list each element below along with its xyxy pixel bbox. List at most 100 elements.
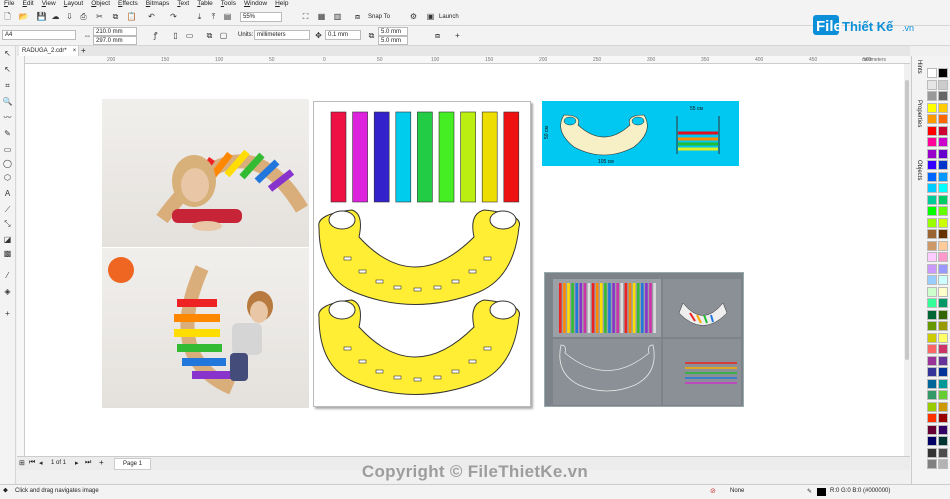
- palette-swatch[interactable]: [927, 91, 937, 101]
- menu-file[interactable]: File: [0, 0, 19, 8]
- snap-icon[interactable]: ⧈: [352, 11, 363, 22]
- rainbow-slat[interactable]: [373, 111, 390, 203]
- palette-swatch[interactable]: [938, 263, 948, 274]
- rectangle-tool-icon[interactable]: ▭: [2, 144, 13, 155]
- palette-swatch[interactable]: [938, 275, 948, 285]
- polygon-tool-icon[interactable]: ⬡: [2, 172, 13, 183]
- photo-child-rocking[interactable]: [102, 248, 309, 408]
- rainbow-slat[interactable]: [503, 111, 520, 203]
- palette-swatch[interactable]: [927, 217, 937, 228]
- drawing-page[interactable]: [313, 101, 531, 407]
- page-size-select[interactable]: A4: [2, 30, 76, 40]
- palette-swatch[interactable]: [927, 148, 937, 159]
- palette-swatch[interactable]: [927, 413, 937, 423]
- pick-tool-icon[interactable]: ↖: [2, 48, 13, 59]
- copy-icon[interactable]: ⧉: [110, 11, 121, 22]
- palette-swatch[interactable]: [927, 390, 937, 400]
- save-icon[interactable]: 💾: [36, 11, 47, 22]
- palette-swatch[interactable]: [938, 390, 948, 400]
- photo-child-lying[interactable]: [102, 99, 309, 247]
- palette-swatch[interactable]: [938, 125, 948, 136]
- palette-swatch[interactable]: [938, 206, 948, 216]
- docker-tab-properties[interactable]: Properties: [914, 100, 924, 127]
- fill-none-icon[interactable]: ⊘: [710, 487, 716, 495]
- palette-swatch[interactable]: [927, 125, 937, 136]
- palette-swatch[interactable]: [938, 309, 948, 320]
- print-icon[interactable]: ⎙: [78, 11, 89, 22]
- menu-tools[interactable]: Tools: [217, 0, 240, 8]
- document-tab[interactable]: RADUGA_2.cdr* ×: [19, 46, 79, 56]
- palette-swatch[interactable]: [938, 286, 948, 297]
- eyedropper-tool-icon[interactable]: ⁄: [2, 270, 13, 281]
- fill-tool-icon[interactable]: ◈: [2, 286, 13, 297]
- palette-swatch[interactable]: [927, 137, 937, 147]
- menu-object[interactable]: Object: [87, 0, 114, 8]
- dimension-drawing-panel[interactable]: 55 см 50 см 105 см: [542, 101, 739, 166]
- palette-swatch[interactable]: [938, 91, 948, 101]
- open-folder-icon[interactable]: 📂: [18, 11, 29, 22]
- palette-swatch[interactable]: [927, 160, 937, 170]
- palette-swatch[interactable]: [927, 447, 937, 458]
- palette-swatch[interactable]: [927, 206, 937, 216]
- palette-swatch[interactable]: [938, 240, 948, 251]
- shadow-tool-icon[interactable]: ◪: [2, 234, 13, 245]
- duplicate-y-input[interactable]: 5.0 mm: [378, 36, 408, 45]
- undo-icon[interactable]: ↶: [146, 11, 157, 22]
- text-tool-icon[interactable]: A: [2, 188, 13, 199]
- all-pages-icon[interactable]: ⧉: [204, 30, 215, 41]
- new-tab-icon[interactable]: +: [81, 46, 86, 56]
- palette-swatch[interactable]: [938, 298, 948, 308]
- new-document-icon[interactable]: 🗋: [2, 11, 13, 22]
- full-screen-icon[interactable]: ⛶: [300, 11, 311, 22]
- palette-swatch[interactable]: [938, 401, 948, 412]
- menu-layout[interactable]: Layout: [60, 0, 88, 8]
- palette-swatch[interactable]: [927, 229, 937, 239]
- palette-swatch[interactable]: [938, 332, 948, 343]
- menu-bitmaps[interactable]: Bitmaps: [142, 0, 174, 8]
- palette-swatch[interactable]: [938, 114, 948, 124]
- palette-swatch[interactable]: [938, 217, 948, 228]
- palette-swatch[interactable]: [938, 102, 948, 113]
- zoom-level-input[interactable]: 55%: [240, 12, 282, 22]
- palette-swatch[interactable]: [938, 378, 948, 389]
- zoom-tool-icon[interactable]: 🔍: [2, 96, 13, 107]
- palette-swatch[interactable]: [927, 378, 937, 389]
- rainbow-slat[interactable]: [417, 111, 433, 203]
- rainbow-slat[interactable]: [460, 111, 476, 203]
- ellipse-tool-icon[interactable]: ◯: [2, 158, 13, 169]
- crop-tool-icon[interactable]: ⌗: [2, 80, 13, 91]
- horizontal-ruler[interactable]: millimeters 200 150 100 50 0 50 100 150 200 250 30…: [17, 56, 910, 64]
- export-icon[interactable]: ⤒: [208, 11, 219, 22]
- outline-pen-icon[interactable]: ✎: [807, 488, 812, 495]
- palette-swatch[interactable]: [938, 355, 948, 366]
- snap-to-dropdown[interactable]: Snap To: [368, 12, 390, 22]
- palette-swatch[interactable]: [927, 194, 937, 205]
- rainbow-slat[interactable]: [481, 111, 498, 203]
- import-icon[interactable]: ⤓: [194, 11, 205, 22]
- docker-tab-objects[interactable]: Objects: [914, 160, 924, 180]
- launch-icon[interactable]: ▣: [425, 11, 436, 22]
- palette-swatch[interactable]: [927, 263, 937, 274]
- palette-swatch[interactable]: [938, 183, 948, 193]
- rainbow-slat[interactable]: [352, 111, 368, 203]
- palette-swatch[interactable]: [927, 171, 937, 182]
- palette-swatch[interactable]: [927, 367, 937, 377]
- page-height-input[interactable]: 297.0 mm: [93, 36, 137, 45]
- palette-swatch[interactable]: [938, 229, 948, 239]
- connector-tool-icon[interactable]: ⤡: [2, 218, 13, 229]
- docker-tab-hints[interactable]: Hints: [914, 60, 924, 74]
- dimension-tool-icon[interactable]: ⟋: [2, 204, 13, 215]
- palette-swatch[interactable]: [938, 447, 948, 458]
- palette-swatch[interactable]: [938, 148, 948, 159]
- palette-swatch[interactable]: [927, 332, 937, 343]
- palette-swatch[interactable]: [927, 355, 937, 366]
- menu-help[interactable]: Help: [271, 0, 292, 8]
- duplicate-x-input[interactable]: 5.0 mm: [378, 27, 408, 36]
- menu-text[interactable]: Text: [173, 0, 193, 8]
- treat-as-filled-icon[interactable]: ⧈: [432, 30, 443, 41]
- palette-swatch[interactable]: [938, 171, 948, 182]
- vertical-scroll-thumb[interactable]: [905, 80, 909, 360]
- rainbow-slat[interactable]: [438, 111, 455, 203]
- palette-swatch[interactable]: [938, 367, 948, 377]
- portrait-icon[interactable]: ▯: [170, 30, 181, 41]
